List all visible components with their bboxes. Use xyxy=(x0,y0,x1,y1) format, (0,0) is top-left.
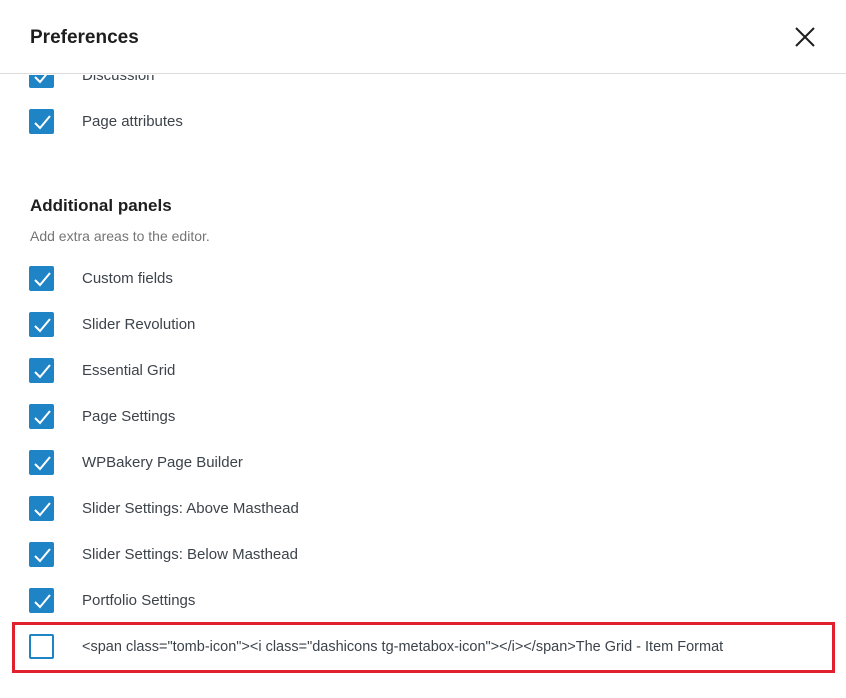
option-label: Page attributes xyxy=(82,113,183,130)
checkmark-icon xyxy=(34,410,51,425)
checkbox-slider-below[interactable] xyxy=(29,542,54,567)
checkmark-icon xyxy=(34,75,48,84)
option-label: <span class="tomb-icon"><i class="dashic… xyxy=(82,639,724,655)
option-label: Slider Settings: Above Masthead xyxy=(82,500,299,517)
panel-option-page-attributes: Page attributes xyxy=(0,109,846,155)
checkmark-icon xyxy=(34,318,51,333)
close-button[interactable] xyxy=(786,18,824,56)
checkmark-icon xyxy=(34,272,51,287)
option-label: Custom fields xyxy=(82,270,173,287)
checkbox-essential-grid[interactable] xyxy=(29,358,54,383)
checkmark-icon xyxy=(34,548,51,563)
checkbox-slider-revolution[interactable] xyxy=(29,312,54,337)
checkmark-icon xyxy=(34,502,51,517)
section-title-additional-panels: Additional panels xyxy=(30,196,172,215)
panel-option-the-grid: <span class="tomb-icon"><i class="dashic… xyxy=(0,634,846,680)
option-label: WPBakery Page Builder xyxy=(82,454,243,471)
option-label: Page Settings xyxy=(82,408,176,425)
checkbox-wpbakery[interactable] xyxy=(29,450,54,475)
panel-option-essential-grid: Essential Grid xyxy=(0,358,846,404)
checkmark-icon xyxy=(34,364,51,379)
checkbox-custom-fields[interactable] xyxy=(29,266,54,291)
checkbox-slider-above[interactable] xyxy=(29,496,54,521)
checkbox-page-attributes[interactable] xyxy=(29,109,54,134)
option-label: Discussion xyxy=(82,75,155,84)
section-description: Add extra areas to the editor. xyxy=(30,228,210,244)
panel-option-portfolio: Portfolio Settings xyxy=(0,588,846,634)
checkbox-discussion[interactable] xyxy=(29,75,54,88)
modal-header: Preferences xyxy=(0,0,846,74)
option-label: Portfolio Settings xyxy=(82,592,196,609)
option-label: Slider Revolution xyxy=(82,316,196,333)
panel-option-custom-fields: Custom fields xyxy=(0,266,846,312)
panel-option-slider-below: Slider Settings: Below Masthead xyxy=(0,542,846,588)
checkbox-the-grid[interactable] xyxy=(29,634,54,659)
option-label: Slider Settings: Below Masthead xyxy=(82,546,298,563)
panel-option-page-settings: Page Settings xyxy=(0,404,846,450)
checkmark-icon xyxy=(34,594,51,609)
option-label: Essential Grid xyxy=(82,362,176,379)
panel-option-wpbakery: WPBakery Page Builder xyxy=(0,450,846,496)
panel-option-slider-above: Slider Settings: Above Masthead xyxy=(0,496,846,542)
panel-option-slider-revolution: Slider Revolution xyxy=(0,312,846,358)
modal-content[interactable]: Discussion Page attributes Additional pa… xyxy=(0,75,846,698)
modal-title: Preferences xyxy=(30,27,139,48)
close-icon xyxy=(795,27,815,47)
panel-option-discussion: Discussion xyxy=(0,75,846,109)
checkbox-portfolio[interactable] xyxy=(29,588,54,613)
checkmark-icon xyxy=(34,456,51,471)
preferences-modal: Preferences Discussion Page attributes A… xyxy=(0,0,846,698)
checkbox-page-settings[interactable] xyxy=(29,404,54,429)
checkmark-icon xyxy=(34,115,51,130)
